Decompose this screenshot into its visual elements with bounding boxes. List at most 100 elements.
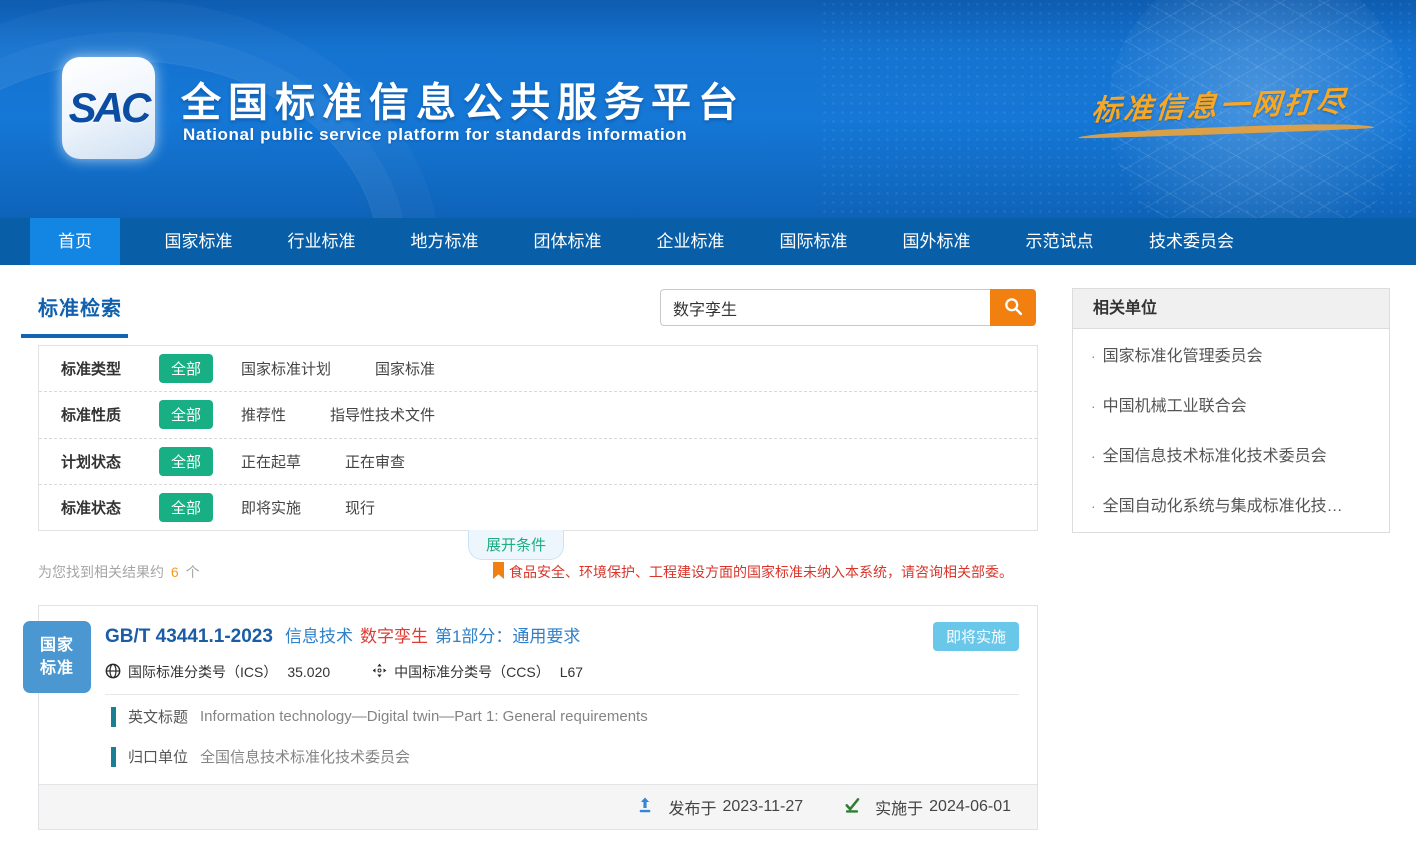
publish-upload-icon bbox=[636, 796, 661, 819]
card-footer: 发布于 2023-11-27 实施于 2024-06-01 bbox=[39, 784, 1037, 829]
sac-logo-text: SAC bbox=[69, 84, 149, 132]
result-card: 国家 标准 GB/T 43441.1-2023 信息技术 数字孪生 第1部分：通… bbox=[38, 605, 1038, 830]
filter-option[interactable]: 即将实施 bbox=[241, 497, 301, 518]
nav-item-group-standards[interactable]: 团体标准 bbox=[506, 218, 629, 265]
ics-label: 国际标准分类号（ICS） bbox=[128, 662, 277, 682]
site-subtitle: National public service platform for sta… bbox=[183, 125, 687, 145]
implement-check-icon bbox=[843, 796, 868, 819]
ics-value: 35.020 bbox=[287, 664, 330, 680]
ccs-value: L67 bbox=[560, 664, 583, 680]
nav-item-technical-committee[interactable]: 技术委员会 bbox=[1121, 218, 1262, 265]
status-badge: 即将实施 bbox=[933, 622, 1019, 651]
site-header: SAC 全国标准信息公共服务平台 National public service… bbox=[0, 0, 1416, 218]
publish-date: 2023-11-27 bbox=[722, 798, 803, 816]
filter-label: 标准性质 bbox=[61, 404, 159, 425]
title-part1[interactable]: 信息技术 bbox=[285, 622, 353, 647]
committee-row: 归口单位 全国信息技术标准化技术委员会 bbox=[111, 746, 410, 767]
sidebar-item-label: 全国自动化系统与集成标准化技… bbox=[1103, 498, 1343, 515]
globe-icon bbox=[105, 663, 128, 682]
bullet-dot: · bbox=[1091, 348, 1096, 364]
nav-item-industry-standards[interactable]: 行业标准 bbox=[260, 218, 383, 265]
nav-item-foreign-standards[interactable]: 国外标准 bbox=[875, 218, 998, 265]
bookmark-icon bbox=[492, 562, 509, 582]
filter-label: 计划状态 bbox=[61, 451, 159, 472]
standard-number[interactable]: GB/T 43441.1-2023 bbox=[105, 626, 273, 648]
committee-value: 全国信息技术标准化技术委员会 bbox=[200, 746, 410, 767]
sidebar-item-label: 国家标准化管理委员会 bbox=[1103, 348, 1263, 365]
title-part2[interactable]: 第1部分：通用要求 bbox=[435, 622, 580, 647]
sidebar-item-it-standardization-committee[interactable]: · 全国信息技术标准化技术委员会 bbox=[1089, 429, 1373, 479]
filter-selected-all[interactable]: 全部 bbox=[159, 354, 213, 383]
results-count-suffix: 个 bbox=[186, 564, 200, 580]
filter-option[interactable]: 现行 bbox=[345, 497, 375, 518]
english-title-row: 英文标题 Information technology—Digital twin… bbox=[111, 706, 648, 727]
sidebar-item-sac[interactable]: · 国家标准化管理委员会 bbox=[1089, 329, 1373, 379]
nav-item-local-standards[interactable]: 地方标准 bbox=[383, 218, 506, 265]
sidebar-item-machinery-federation[interactable]: · 中国机械工业联合会 bbox=[1089, 379, 1373, 429]
filter-option[interactable]: 正在审查 bbox=[345, 451, 405, 472]
nav-item-national-standards[interactable]: 国家标准 bbox=[137, 218, 260, 265]
filter-option[interactable]: 指导性技术文件 bbox=[330, 404, 435, 425]
results-count: 为您找到相关结果约 6 个 bbox=[38, 562, 200, 582]
nav-item-international-standards[interactable]: 国际标准 bbox=[752, 218, 875, 265]
main-content: 标准检索 标准类型 全部 国家标准计划 国家标准 标准性质 全部 推荐性 bbox=[0, 265, 1416, 845]
implement-label: 实施于 bbox=[875, 795, 923, 819]
nav-item-pilot[interactable]: 示范试点 bbox=[998, 218, 1121, 265]
bullet-dot: · bbox=[1091, 398, 1096, 414]
filter-row-standard-nature: 标准性质 全部 推荐性 指导性技术文件 bbox=[39, 392, 1037, 438]
national-standard-tag: 国家 标准 bbox=[23, 621, 91, 693]
filter-label: 标准状态 bbox=[61, 497, 159, 518]
filter-option[interactable]: 推荐性 bbox=[241, 404, 286, 425]
sidebar-item-label: 全国信息技术标准化技术委员会 bbox=[1103, 448, 1327, 465]
tag-line2: 标准 bbox=[40, 657, 74, 680]
publish-label: 发布于 bbox=[668, 795, 716, 819]
sidebar-item-automation-systems-committee[interactable]: · 全国自动化系统与集成标准化技… bbox=[1089, 479, 1373, 529]
filter-option[interactable]: 正在起草 bbox=[241, 451, 301, 472]
implement-date-group: 实施于 2024-06-01 bbox=[843, 795, 1017, 819]
english-title-label: 英文标题 bbox=[128, 706, 188, 727]
tag-line1: 国家 bbox=[40, 634, 74, 657]
site-title: 全国标准信息公共服务平台 bbox=[181, 70, 745, 128]
results-count-number: 6 bbox=[171, 564, 179, 580]
bullet-dot: · bbox=[1091, 448, 1096, 464]
results-line: 为您找到相关结果约 6 个 食品安全、环境保护、工程建设方面的国家标准未纳入本系… bbox=[38, 562, 1013, 582]
ccs-group: 中国标准分类号（CCS） L67 bbox=[372, 662, 583, 682]
ics-group: 国际标准分类号（ICS） 35.020 bbox=[105, 662, 330, 682]
filter-option[interactable]: 国家标准 bbox=[375, 358, 435, 379]
filter-label: 标准类型 bbox=[61, 358, 159, 379]
field-marker-bar bbox=[111, 747, 116, 767]
filter-selected-all[interactable]: 全部 bbox=[159, 447, 213, 476]
filter-selected-all[interactable]: 全部 bbox=[159, 493, 213, 522]
compass-arrows-icon bbox=[372, 663, 394, 681]
sac-logo: SAC bbox=[62, 57, 155, 159]
related-units-panel: 相关单位 · 国家标准化管理委员会 · 中国机械工业联合会 · 全国信息技术标准化技术… bbox=[1072, 288, 1390, 533]
page: SAC 全国标准信息公共服务平台 National public service… bbox=[0, 0, 1416, 845]
section-title-standard-search: 标准检索 bbox=[21, 292, 128, 338]
search-icon bbox=[1003, 296, 1024, 320]
main-nav: 首页 国家标准 行业标准 地方标准 团体标准 企业标准 国际标准 国外标准 示范… bbox=[0, 218, 1416, 265]
card-divider bbox=[105, 694, 1019, 695]
search-button[interactable] bbox=[990, 289, 1036, 326]
bullet-dot: · bbox=[1091, 498, 1096, 514]
related-units-title: 相关单位 bbox=[1073, 289, 1389, 329]
search-input[interactable] bbox=[660, 289, 990, 326]
sidebar-item-label: 中国机械工业联合会 bbox=[1103, 398, 1247, 415]
filter-row-plan-status: 计划状态 全部 正在起草 正在审查 bbox=[39, 439, 1037, 485]
results-count-prefix: 为您找到相关结果约 bbox=[38, 564, 164, 580]
nav-item-home[interactable]: 首页 bbox=[30, 218, 120, 265]
filter-row-standard-status: 标准状态 全部 即将实施 现行 bbox=[39, 485, 1037, 530]
nav-item-enterprise-standards[interactable]: 企业标准 bbox=[629, 218, 752, 265]
ccs-label: 中国标准分类号（CCS） bbox=[394, 662, 550, 682]
filter-row-standard-type: 标准类型 全部 国家标准计划 国家标准 bbox=[39, 346, 1037, 392]
field-marker-bar bbox=[111, 707, 116, 727]
filter-option[interactable]: 国家标准计划 bbox=[241, 358, 331, 379]
english-title-value: Information technology—Digital twin—Part… bbox=[200, 708, 648, 725]
committee-label: 归口单位 bbox=[128, 746, 188, 767]
filter-selected-all[interactable]: 全部 bbox=[159, 400, 213, 429]
standard-title-link[interactable]: GB/T 43441.1-2023 信息技术 数字孪生 第1部分：通用要求 bbox=[105, 622, 917, 648]
notice-text: 食品安全、环境保护、工程建设方面的国家标准未纳入本系统，请咨询相关部委。 bbox=[509, 562, 1013, 582]
classification-meta-row: 国际标准分类号（ICS） 35.020 中国标准分类号（CCS） L67 bbox=[105, 662, 583, 682]
title-search-highlight[interactable]: 数字孪生 bbox=[360, 622, 428, 647]
system-notice: 食品安全、环境保护、工程建设方面的国家标准未纳入本系统，请咨询相关部委。 bbox=[492, 562, 1013, 582]
expand-conditions-button[interactable]: 展开条件 bbox=[468, 530, 564, 560]
